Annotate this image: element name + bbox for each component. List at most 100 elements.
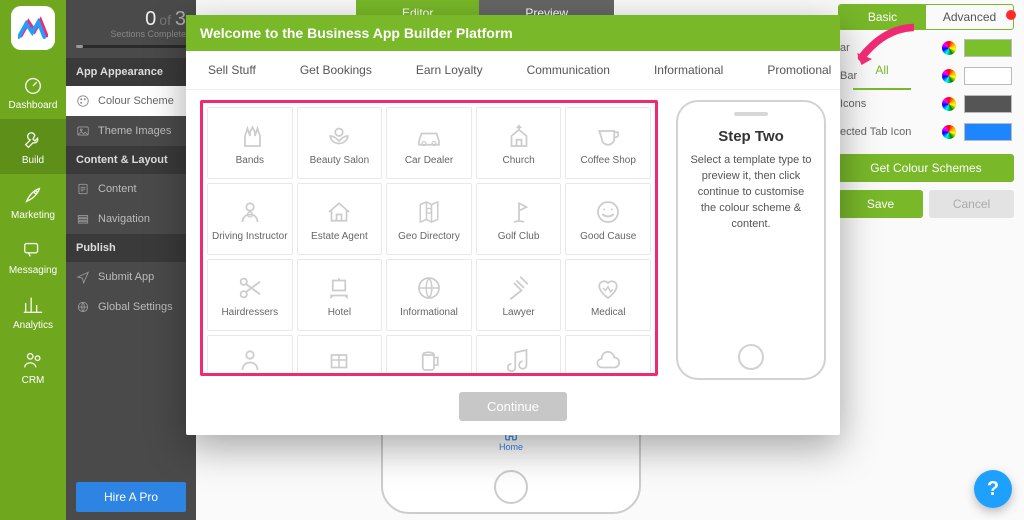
template-card-partial[interactable] xyxy=(207,335,293,376)
nav-label: Marketing xyxy=(11,210,55,221)
template-label: Good Cause xyxy=(580,231,636,242)
cancel-button[interactable]: Cancel xyxy=(929,190,1014,218)
sidebar-item-label: Global Settings xyxy=(98,301,173,313)
template-card-church[interactable]: Church xyxy=(476,107,562,179)
cloud-icon xyxy=(593,345,623,375)
template-card-good-cause[interactable]: Good Cause xyxy=(565,183,651,255)
template-card-bands[interactable]: Bands xyxy=(207,107,293,179)
color-swatch[interactable] xyxy=(964,123,1012,141)
trolley-icon xyxy=(324,273,354,303)
tab-informational[interactable]: Informational xyxy=(632,51,745,89)
church-icon xyxy=(504,121,534,151)
note-icon xyxy=(504,345,534,375)
phone-home-button xyxy=(738,344,764,370)
sidebar-item-submit-app[interactable]: Submit App xyxy=(66,262,196,292)
gavel-icon xyxy=(504,273,534,303)
colorwheel-icon[interactable] xyxy=(942,97,956,111)
nav-build[interactable]: Build xyxy=(0,119,66,174)
progress-label: Sections Complete xyxy=(76,29,186,39)
color-swatch[interactable] xyxy=(964,95,1012,113)
sidebar-item-label: Colour Scheme xyxy=(98,95,174,107)
tab-earn-loyalty[interactable]: Earn Loyalty xyxy=(394,51,505,89)
wrench-icon xyxy=(22,129,44,151)
template-card-hairdressers[interactable]: Hairdressers xyxy=(207,259,293,331)
tab-promotional[interactable]: Promotional xyxy=(745,51,853,89)
group-publish: Publish xyxy=(66,234,196,262)
save-button[interactable]: Save xyxy=(838,190,923,218)
car-icon xyxy=(414,121,444,151)
sidebar-item-navigation[interactable]: Navigation xyxy=(66,204,196,234)
colorwheel-icon[interactable] xyxy=(942,41,956,55)
modal-tabs: Sell Stuff Get Bookings Earn Loyalty Com… xyxy=(186,51,840,90)
sidebar-item-colour-scheme[interactable]: Colour Scheme xyxy=(66,86,196,116)
template-label: Estate Agent xyxy=(311,231,368,242)
sidebar-item-label: Theme Images xyxy=(98,125,171,137)
nav-messaging[interactable]: Messaging xyxy=(0,229,66,284)
template-label: Driving Instructor xyxy=(212,231,288,242)
people-icon xyxy=(22,349,44,371)
sidebar-item-global-settings[interactable]: Global Settings xyxy=(66,292,196,322)
nav-label: Dashboard xyxy=(9,100,58,111)
smile-icon xyxy=(593,197,623,227)
get-colour-schemes-button[interactable]: Get Colour Schemes xyxy=(838,154,1014,182)
nav-analytics[interactable]: Analytics xyxy=(0,284,66,339)
template-card-beauty-salon[interactable]: Beauty Salon xyxy=(297,107,383,179)
tab-communication[interactable]: Communication xyxy=(505,51,632,89)
main-nav: Dashboard Build Marketing Messaging Anal… xyxy=(0,0,66,520)
tab-all[interactable]: All xyxy=(853,51,910,89)
template-card-medical[interactable]: Medical xyxy=(565,259,651,331)
color-swatch[interactable] xyxy=(964,39,1012,57)
hire-pro-button[interactable]: Hire A Pro xyxy=(76,482,186,512)
progress-total: 3 xyxy=(175,8,186,30)
template-card-car-dealer[interactable]: Car Dealer xyxy=(386,107,472,179)
rocket-icon xyxy=(22,184,44,206)
chart-icon xyxy=(22,294,44,316)
secondary-panel: 0 of 3 Sections Complete App Appearance … xyxy=(66,0,196,520)
cup-icon xyxy=(593,121,623,151)
heart-icon xyxy=(593,273,623,303)
house-icon xyxy=(324,197,354,227)
globe2-icon xyxy=(414,273,444,303)
template-card-driving-instructor[interactable]: Driving Instructor xyxy=(207,183,293,255)
tab-get-bookings[interactable]: Get Bookings xyxy=(278,51,394,89)
nav-crm[interactable]: CRM xyxy=(0,339,66,394)
palette-icon xyxy=(76,94,90,108)
tab-sell-stuff[interactable]: Sell Stuff xyxy=(186,51,278,89)
progress-summary: 0 of 3 Sections Complete xyxy=(66,0,196,58)
group-app-appearance: App Appearance xyxy=(66,58,196,86)
template-card-coffee-shop[interactable]: Coffee Shop xyxy=(565,107,651,179)
template-label: Medical xyxy=(591,307,625,318)
map-icon xyxy=(414,197,444,227)
color-swatch[interactable] xyxy=(964,67,1012,85)
template-label: Geo Directory xyxy=(398,231,460,242)
colorwheel-icon[interactable] xyxy=(942,125,956,139)
sidebar-item-theme-images[interactable]: Theme Images xyxy=(66,116,196,146)
template-label: Beauty Salon xyxy=(310,155,370,166)
continue-button[interactable]: Continue xyxy=(459,392,567,421)
step-body: Select a template type to preview it, th… xyxy=(690,153,812,233)
template-card-partial[interactable] xyxy=(565,335,651,376)
sidebar-item-content[interactable]: Content xyxy=(66,174,196,204)
nav-dashboard[interactable]: Dashboard xyxy=(0,64,66,119)
template-card-lawyer[interactable]: Lawyer xyxy=(476,259,562,331)
tab-basic[interactable]: Basic xyxy=(839,5,926,29)
tab-advanced[interactable]: Advanced xyxy=(926,5,1013,29)
template-card-partial[interactable] xyxy=(476,335,562,376)
plane-icon xyxy=(76,270,90,284)
template-card-estate-agent[interactable]: Estate Agent xyxy=(297,183,383,255)
template-card-partial[interactable] xyxy=(297,335,383,376)
template-card-geo-directory[interactable]: Geo Directory xyxy=(386,183,472,255)
group-content-layout: Content & Layout xyxy=(66,146,196,174)
template-card-golf-club[interactable]: Golf Club xyxy=(476,183,562,255)
sidebar-item-label: Navigation xyxy=(98,213,150,225)
template-card-partial[interactable] xyxy=(386,335,472,376)
template-label: Bands xyxy=(236,155,264,166)
golf-icon xyxy=(504,197,534,227)
nav-marketing[interactable]: Marketing xyxy=(0,174,66,229)
sidebar-item-label: Content xyxy=(98,183,137,195)
nav-label: Analytics xyxy=(13,320,53,331)
template-card-hotel[interactable]: Hotel xyxy=(297,259,383,331)
help-button[interactable]: ? xyxy=(974,470,1012,508)
colorwheel-icon[interactable] xyxy=(942,69,956,83)
template-card-informational[interactable]: Informational xyxy=(386,259,472,331)
